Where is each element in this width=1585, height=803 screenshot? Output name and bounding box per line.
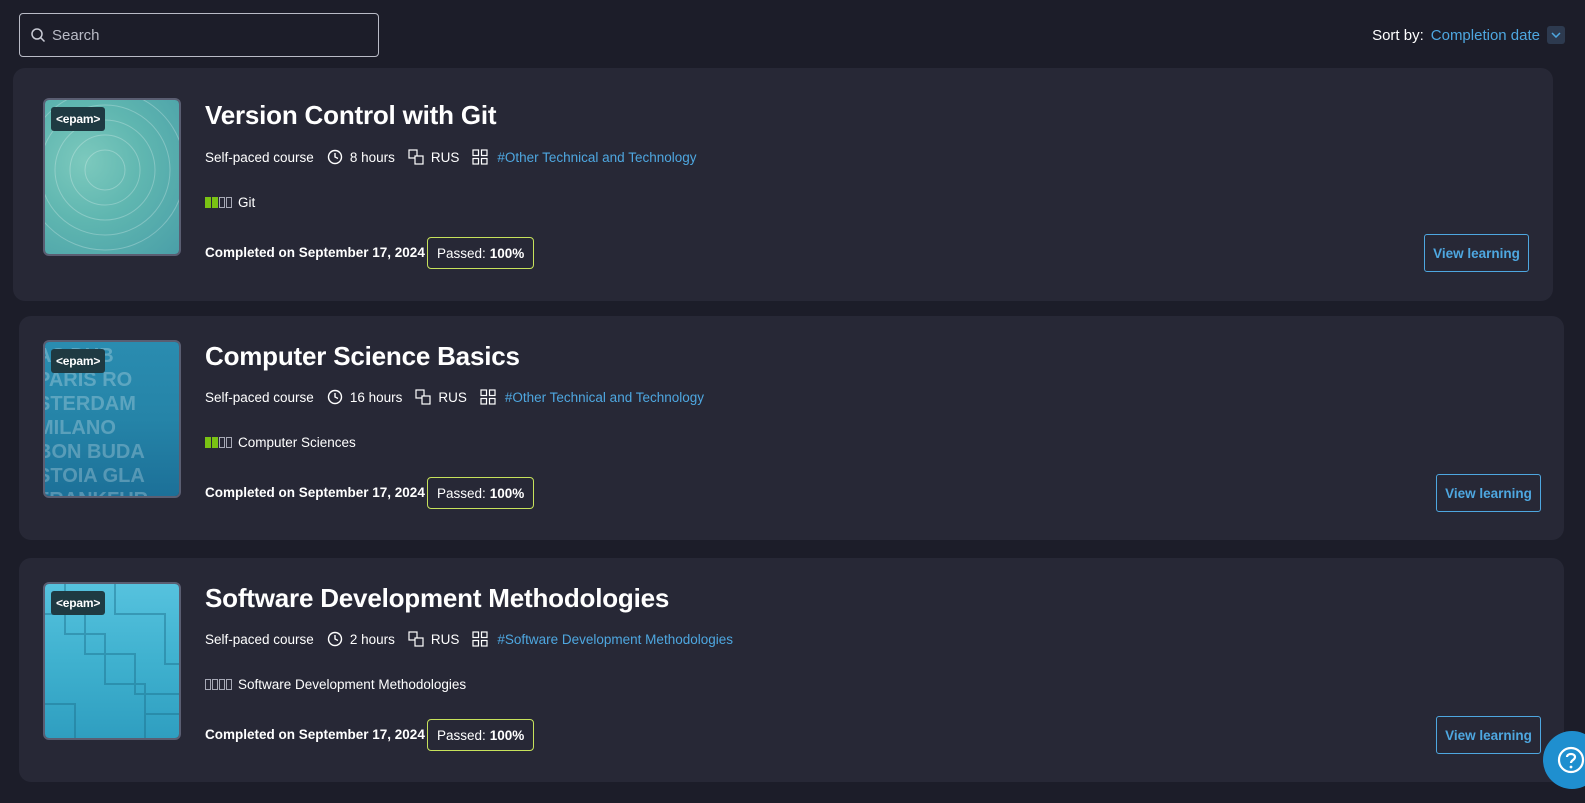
grid-icon xyxy=(471,148,489,166)
view-learning-button[interactable]: View learning xyxy=(1436,474,1541,512)
epam-logo: <epam> xyxy=(51,107,106,131)
passed-value: 100% xyxy=(489,245,525,261)
course-type: Self-paced course xyxy=(205,631,314,647)
search-icon xyxy=(31,28,46,43)
passed-badge: Passed: 100% xyxy=(427,719,535,751)
sort-dropdown-button[interactable] xyxy=(1547,26,1565,44)
course-thumbnail[interactable]: <epam> xyxy=(43,98,181,256)
sort-label: Sort by: xyxy=(1372,26,1424,44)
skill-level-indicator xyxy=(205,196,232,208)
translate-icon xyxy=(407,148,425,166)
course-tag-link[interactable]: #Software Development Methodologies xyxy=(497,632,733,647)
clock-icon xyxy=(326,148,344,166)
sort-value[interactable]: Completion date xyxy=(1431,27,1540,44)
course-meta: Self-paced course 8 hours RUS #Other Tec… xyxy=(205,147,697,167)
completion-date: Completed on September 17, 2024 xyxy=(205,727,425,742)
course-language: RUS xyxy=(438,389,467,405)
epam-logo: <epam> xyxy=(51,349,106,373)
passed-value: 100% xyxy=(489,485,525,501)
grid-icon xyxy=(471,630,489,648)
course-type: Self-paced course xyxy=(205,149,314,165)
course-title[interactable]: Software Development Methodologies xyxy=(205,583,669,614)
course-duration: 16 hours xyxy=(349,389,403,405)
skill-level-indicator xyxy=(205,678,232,690)
course-title[interactable]: Computer Science Basics xyxy=(205,341,520,372)
epam-logo: <epam> xyxy=(51,591,106,615)
course-language: RUS xyxy=(430,631,460,647)
svg-text:BON BUDA: BON BUDA xyxy=(45,441,145,463)
clock-icon xyxy=(326,630,344,648)
view-learning-button[interactable]: View learning xyxy=(1424,234,1529,272)
course-thumbnail[interactable]: AS DUB PARIS RO STERDAM MILANO BON BUDA … xyxy=(43,340,181,498)
course-duration: 8 hours xyxy=(349,149,395,165)
clock-icon xyxy=(326,388,344,406)
course-meta: Self-paced course 2 hours RUS #Software … xyxy=(205,629,733,649)
course-meta: Self-paced course 16 hours RUS #Other Te… xyxy=(205,387,704,407)
course-skill: Computer Sciences xyxy=(205,433,356,451)
translate-icon xyxy=(407,630,425,648)
course-card: <epam> Version Control with Git Self-pac… xyxy=(13,68,1553,301)
course-thumbnail[interactable]: <epam> xyxy=(43,582,181,740)
view-learning-button[interactable]: View learning xyxy=(1436,716,1541,754)
search-box[interactable] xyxy=(19,13,379,57)
chevron-down-icon xyxy=(1551,32,1561,38)
skill-name: Git xyxy=(238,194,256,210)
course-skill: Software Development Methodologies xyxy=(205,675,466,693)
course-duration: 2 hours xyxy=(349,631,395,647)
skill-name: Software Development Methodologies xyxy=(238,676,467,692)
skill-name: Computer Sciences xyxy=(238,434,356,450)
passed-badge: Passed: 100% xyxy=(427,237,535,269)
translate-icon xyxy=(414,388,432,406)
question-icon xyxy=(1557,746,1585,774)
svg-text:FRANKFUR: FRANKFUR xyxy=(45,489,149,498)
svg-text:STOIA GLA: STOIA GLA xyxy=(45,465,145,487)
course-title[interactable]: Version Control with Git xyxy=(205,100,497,131)
course-language: RUS xyxy=(430,149,460,165)
svg-text:MILANO: MILANO xyxy=(45,417,116,439)
course-skill: Git xyxy=(205,193,255,211)
passed-label: Passed: xyxy=(437,245,486,261)
completion-date: Completed on September 17, 2024 xyxy=(205,245,425,260)
course-tag-link[interactable]: #Other Technical and Technology xyxy=(497,150,696,165)
passed-badge: Passed: 100% xyxy=(427,477,535,509)
passed-value: 100% xyxy=(489,727,525,743)
course-tag-link[interactable]: #Other Technical and Technology xyxy=(505,390,704,405)
passed-label: Passed: xyxy=(437,727,486,743)
sort-control: Sort by: Completion date xyxy=(1372,24,1565,46)
search-input[interactable] xyxy=(52,26,352,44)
course-card: AS DUB PARIS RO STERDAM MILANO BON BUDA … xyxy=(19,316,1564,540)
passed-label: Passed: xyxy=(437,485,486,501)
course-type: Self-paced course xyxy=(205,389,314,405)
completion-date: Completed on September 17, 2024 xyxy=(205,485,425,500)
grid-icon xyxy=(479,388,497,406)
skill-level-indicator xyxy=(205,436,232,448)
svg-text:STERDAM: STERDAM xyxy=(45,393,136,415)
course-card: <epam> Software Development Methodologie… xyxy=(19,558,1564,782)
